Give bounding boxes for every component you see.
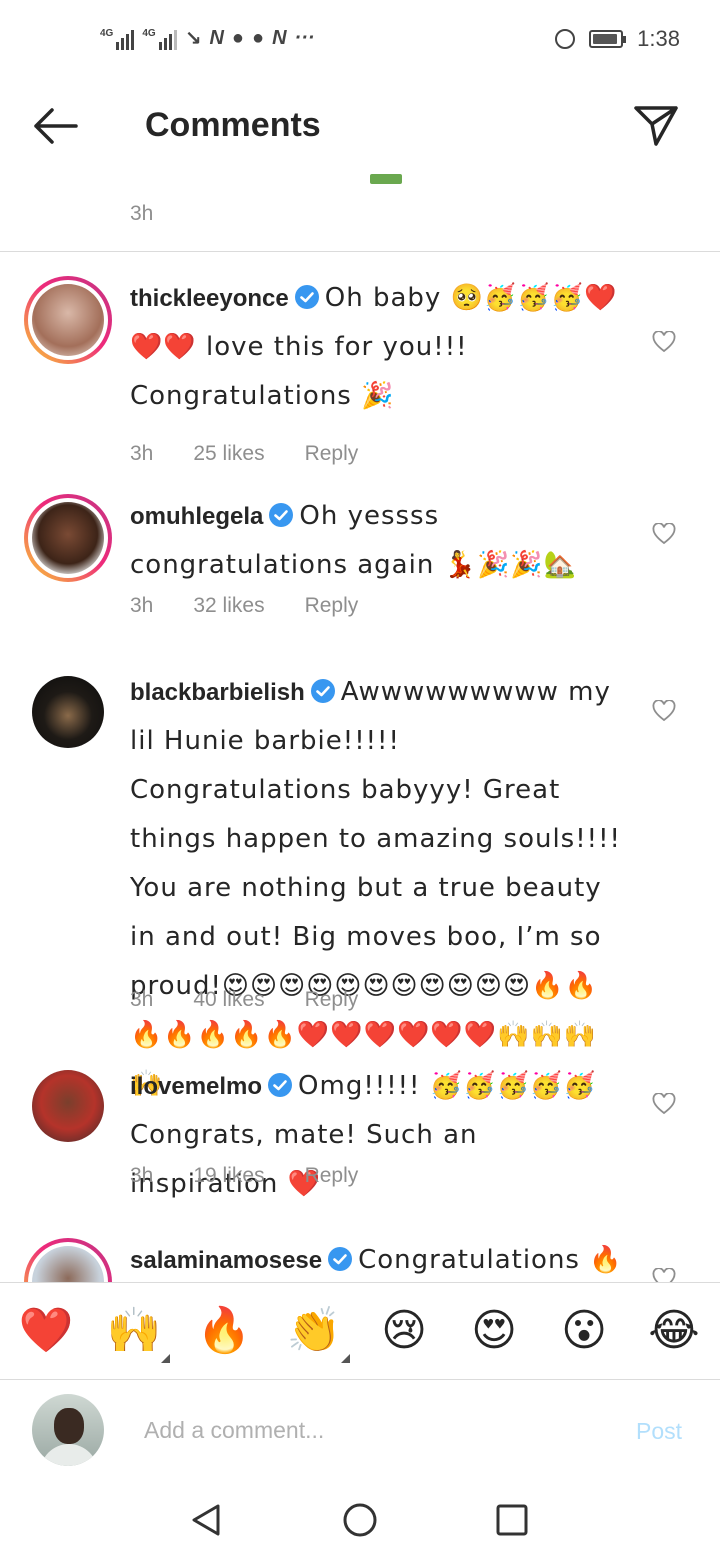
reply-button[interactable]: Reply (305, 1164, 359, 1188)
battery-icon (589, 30, 627, 48)
signal-icon: 4G (100, 27, 135, 50)
skin-tone-indicator (161, 1354, 170, 1363)
nav-home-icon[interactable] (340, 1500, 380, 1540)
verified-badge-icon (310, 679, 335, 703)
whatsapp-icon: ● (252, 27, 265, 49)
comment-username[interactable]: ilovemelmo (130, 1073, 262, 1100)
comment-time: 3h (130, 988, 154, 1011)
like-heart-icon[interactable] (652, 331, 676, 353)
comment-username[interactable]: thickleeyonce (130, 285, 289, 312)
like-heart-icon[interactable] (652, 1268, 676, 1282)
comment-item: salaminamoseseCongratulations 🔥🔥 (0, 1238, 720, 1282)
comment-composer: Post (0, 1380, 720, 1480)
quick-reactions-bar: ❤️ 🙌 🔥 👏 😢 😍 😮 😂 (0, 1282, 720, 1380)
post-button[interactable]: Post (636, 1418, 682, 1445)
comment-time: 3h (130, 202, 154, 225)
comment-likes[interactable]: 32 likes (193, 594, 264, 618)
reaction-laughing[interactable]: 😂 (644, 1301, 704, 1361)
page-title: Comments (145, 106, 321, 144)
comment-time: 3h (130, 442, 154, 465)
avatar[interactable] (32, 676, 104, 748)
verified-badge-icon (328, 1247, 353, 1271)
network-type: 4G (100, 27, 114, 39)
comment-username[interactable]: salaminamosese (130, 1247, 322, 1274)
avatar[interactable] (24, 494, 112, 582)
comment-username[interactable]: omuhlegela (130, 503, 263, 530)
comment-item: thickleeyonce Oh baby 🥺🥳🥳🥳❤️❤️❤️ love thi… (0, 276, 720, 476)
status-right: 1:38 (555, 26, 680, 52)
news-app-icon: N (209, 27, 224, 49)
comment-likes[interactable]: 40 likes (193, 988, 264, 1012)
comment-input[interactable] (144, 1410, 604, 1450)
reaction-heart-eyes[interactable]: 😍 (464, 1301, 524, 1361)
reaction-emoji: 🙌 (106, 1305, 162, 1356)
comment-body: salaminamoseseCongratulations 🔥🔥 (130, 1236, 630, 1282)
nav-recents-icon[interactable] (492, 1500, 532, 1540)
comment-time: 3h (130, 594, 154, 617)
previous-comment: 3h (0, 170, 720, 252)
reply-button[interactable]: Reply (305, 442, 359, 466)
comment-time: 3h (130, 1164, 154, 1187)
reply-button[interactable]: Reply (305, 988, 359, 1012)
more-notifications-icon: ··· (294, 27, 315, 49)
current-user-avatar (32, 1394, 104, 1466)
emoji-partial (370, 174, 402, 184)
like-heart-icon[interactable] (652, 523, 676, 545)
comment-likes[interactable]: 25 likes (193, 442, 264, 466)
reply-button[interactable]: Reply (305, 594, 359, 618)
reaction-fire[interactable]: 🔥 (194, 1301, 254, 1361)
avatar[interactable] (24, 276, 112, 364)
comment-body: blackbarbielish Awwwwwwwww my lil Hunie b… (130, 668, 630, 1109)
comment-text: Awwwwwwwww my lil Hunie barbie!!!!! Cong… (130, 677, 621, 1099)
comment-likes[interactable]: 19 likes (193, 1164, 264, 1188)
avatar[interactable] (32, 1070, 104, 1142)
comment-meta: 3h 19 likes Reply (130, 1164, 358, 1188)
comment-item: omuhlegela Oh yessss congratulations agai… (0, 494, 720, 634)
status-left: 4G 4G ↘ N ● ● N ··· (100, 26, 315, 51)
verified-badge-icon (268, 1073, 293, 1097)
comment-meta: 3h 25 likes Reply (130, 442, 358, 466)
comments-list[interactable]: thickleeyonce Oh baby 🥺🥳🥳🥳❤️❤️❤️ love thi… (0, 252, 720, 1282)
reaction-emoji: 👏 (286, 1305, 342, 1356)
comment-body: omuhlegela Oh yessss congratulations agai… (130, 492, 630, 590)
reaction-wow[interactable]: 😮 (554, 1301, 614, 1361)
missed-call-icon: ↘ (184, 28, 202, 50)
chat-icon: ● (231, 27, 244, 49)
reaction-raised-hands[interactable]: 🙌 (104, 1301, 170, 1363)
system-nav-bar (0, 1480, 720, 1560)
share-icon[interactable] (630, 102, 682, 150)
network-type: 4G (142, 27, 156, 39)
news-app-icon: N (272, 27, 287, 49)
reaction-crying[interactable]: 😢 (374, 1301, 434, 1361)
verified-badge-icon (294, 285, 319, 309)
verified-badge-icon (269, 503, 294, 527)
comment-body: thickleeyonce Oh baby 🥺🥳🥳🥳❤️❤️❤️ love thi… (130, 274, 630, 421)
status-bar: 4G 4G ↘ N ● ● N ··· 1:38 (0, 0, 720, 84)
reaction-clap[interactable]: 👏 (284, 1301, 350, 1363)
like-heart-icon[interactable] (652, 700, 676, 722)
skin-tone-indicator (341, 1354, 350, 1363)
alarm-icon (555, 29, 576, 49)
reaction-heart[interactable]: ❤️ (16, 1301, 76, 1361)
back-arrow-icon[interactable] (30, 104, 82, 148)
nav-back-icon[interactable] (186, 1500, 226, 1540)
clock: 1:38 (637, 26, 680, 51)
comment-item: blackbarbielish Awwwwwwwww my lil Hunie b… (0, 670, 720, 1099)
comment-item: ilovemelmo Omg!!!!! 🥳🥳🥳🥳🥳 Congrats, mate!… (0, 1064, 720, 1204)
like-heart-icon[interactable] (652, 1093, 676, 1115)
comment-meta: 3h 40 likes Reply (130, 988, 358, 1012)
avatar[interactable] (24, 1238, 112, 1282)
signal-icon: 4G (142, 27, 177, 50)
comment-meta: 3h 32 likes Reply (130, 594, 358, 618)
comment-username[interactable]: blackbarbielish (130, 679, 305, 706)
header: Comments (0, 84, 720, 170)
